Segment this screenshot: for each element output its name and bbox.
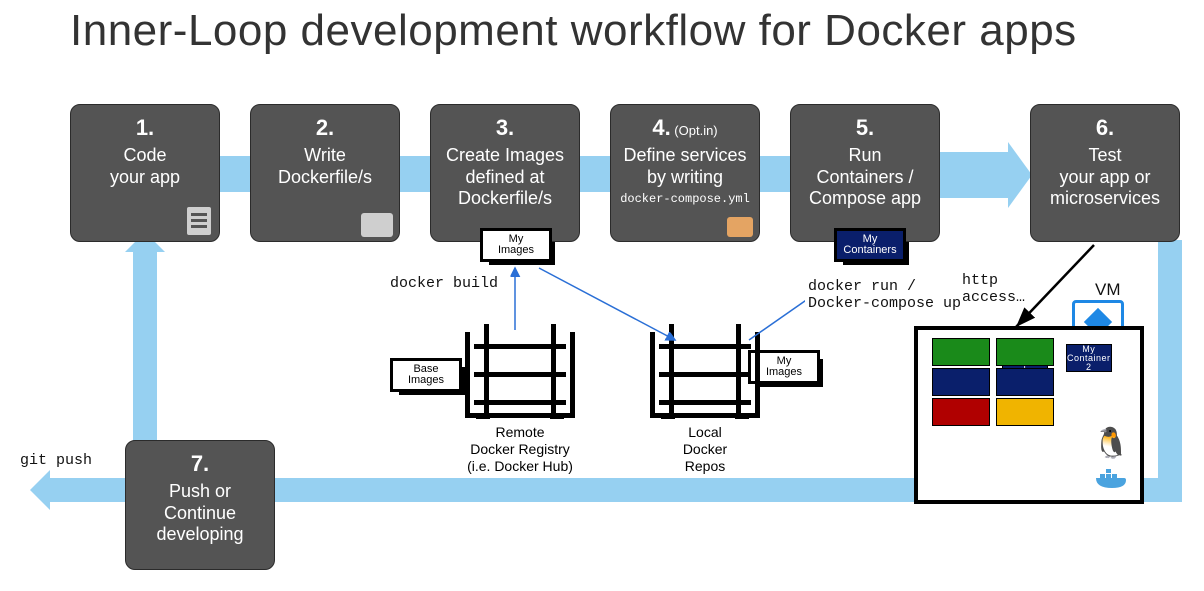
step-6-text: Testyour app ormicroservices	[1037, 145, 1173, 210]
label-docker-run: docker run /Docker-compose up	[808, 278, 961, 313]
step-5-text: RunContainers /Compose app	[797, 145, 933, 210]
step-2-number: 2.	[316, 115, 334, 140]
vm-layer-navy	[932, 368, 990, 396]
step-1-text: Codeyour app	[77, 145, 213, 188]
my-images-card: MyImages	[480, 228, 552, 262]
step-4-number: 4.	[652, 115, 670, 140]
step-6-test: 6. Testyour app ormicroservices	[1030, 104, 1180, 242]
docker-whale-icon	[1094, 464, 1130, 495]
step-7-push: 7. Push orContinuedeveloping	[125, 440, 275, 570]
document-icon	[187, 207, 211, 235]
step-3-number: 3.	[496, 115, 514, 140]
local-repos-label: LocalDockerRepos	[650, 424, 760, 474]
flow-git-push	[48, 478, 132, 502]
base-images-card-inner: BaseImages	[390, 358, 462, 392]
vm-layer-navy	[996, 368, 1054, 396]
step-4-text: Define servicesby writing	[617, 145, 753, 188]
arrow-5-to-6	[936, 152, 1010, 198]
step-3-text: Create Imagesdefined atDockerfile/s	[437, 145, 573, 210]
base-images-card: BaseImages	[390, 358, 462, 392]
flow-6-down	[1158, 240, 1182, 498]
step-4-opt: (Opt.in)	[671, 123, 718, 138]
vm-layer-red	[932, 398, 990, 426]
my-images-card-top: MyImages	[480, 228, 552, 262]
step-3-create-images: 3. Create Imagesdefined atDockerfile/s	[430, 104, 580, 242]
arrow-git-push	[30, 470, 50, 510]
vm-container-2-title: MyContainer 2	[1066, 344, 1112, 372]
diagram-title: Inner-Loop development workflow for Dock…	[70, 6, 1077, 56]
step-6-number: 6.	[1096, 115, 1114, 140]
step-1-code: 1. Codeyour app	[70, 104, 220, 242]
step-1-number: 1.	[136, 115, 154, 140]
linux-penguin-icon: 🐧	[1093, 426, 1130, 461]
step-5-number: 5.	[856, 115, 874, 140]
remote-registry-label: RemoteDocker Registry(i.e. Docker Hub)	[465, 424, 575, 474]
vm-layer-yellow	[996, 398, 1054, 426]
vm-box: MyContainer 1 MyContainer 2 🐧	[914, 326, 1144, 504]
compose-icon	[727, 217, 753, 237]
step-2-text: WriteDockerfile/s	[257, 145, 393, 188]
vm-container-2-stack: MyContainer 2	[996, 338, 1054, 492]
label-docker-build: docker build	[390, 275, 498, 292]
flow-build-arrows	[505, 262, 805, 382]
label-git-push: git push	[20, 452, 92, 469]
step-4-filename: docker-compose.yml	[617, 192, 753, 206]
flow-7-up	[133, 244, 157, 444]
my-containers-card: MyContainers	[834, 228, 906, 262]
step-5-run: 5. RunContainers /Compose app	[790, 104, 940, 242]
step-2-dockerfile: 2. WriteDockerfile/s	[250, 104, 400, 242]
vm-layer-green	[932, 338, 990, 366]
vm-container-1-stack: MyContainer 1	[932, 338, 990, 492]
step-7-number: 7.	[191, 451, 209, 476]
step-7-text: Push orContinuedeveloping	[132, 481, 268, 546]
vm-layer-green	[996, 338, 1054, 366]
my-containers-card-inner: MyContainers	[834, 228, 906, 262]
docker-whale-icon	[361, 213, 393, 237]
step-4-compose: 4. (Opt.in) Define servicesby writing do…	[610, 104, 760, 242]
arrow-test-to-vm	[1010, 245, 1100, 335]
